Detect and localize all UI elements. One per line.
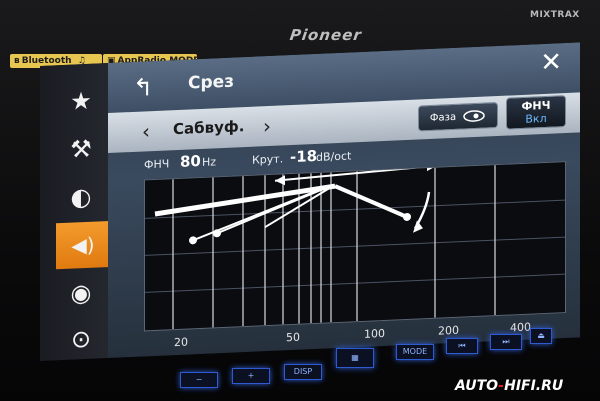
lpf-toggle-button[interactable]: ФНЧ Вкл	[506, 95, 566, 130]
response-curve-slope	[334, 184, 408, 219]
phase-icon	[463, 110, 485, 122]
lpf-key: ФНЧ	[144, 157, 170, 172]
close-icon: ✕	[540, 47, 562, 79]
phase-label: Фаза	[429, 111, 457, 124]
sidebar-item-favorites[interactable]: ★	[56, 77, 106, 125]
handle-1[interactable]	[189, 236, 197, 245]
usb-icon: ⊙	[70, 324, 92, 354]
home-button[interactable]: ▦	[336, 348, 374, 368]
volume-down-button[interactable]: −	[180, 372, 218, 388]
chevron-left-icon: ‹	[142, 119, 150, 144]
mode-button[interactable]: MODE	[396, 344, 434, 360]
mixtrax-logo: MIXTRAX	[530, 10, 580, 20]
prev-track-button[interactable]: ⏮	[446, 338, 478, 354]
back-button[interactable]: ↰	[133, 73, 154, 102]
close-button[interactable]: ✕	[540, 47, 562, 78]
main-panel: ↰ Срез ✕ ‹ Сабвуф. › Фаза ФНЧ Вкл ФНЧ 80…	[108, 42, 580, 359]
bluetooth-icon: ʙ	[14, 56, 20, 66]
sidebar-item-usb[interactable]: ⊙	[56, 315, 106, 361]
next-track-button[interactable]: ⏭	[490, 334, 522, 350]
chevron-right-icon: ›	[263, 113, 271, 139]
lpf-frequency-unit: Hz	[202, 155, 217, 169]
eject-button[interactable]: ⏏	[530, 328, 552, 344]
star-icon: ★	[70, 86, 92, 116]
page-title: Срез	[188, 71, 235, 94]
graph-grid	[145, 199, 565, 293]
x-tick-100: 100	[364, 326, 385, 341]
disp-button[interactable]: DISP	[284, 364, 322, 380]
next-channel-button[interactable]: ›	[263, 114, 271, 138]
slope-key: Крут.	[252, 152, 284, 167]
head-unit-screen: ★ ⚒ ◐ ◀) ◉ ⊙ ↰ Срез ✕ ‹ Сабвуф. › Фаза Ф…	[40, 42, 580, 361]
sidebar-item-audio[interactable]: ◀)	[56, 220, 110, 270]
pioneer-logo: Pioneer	[288, 26, 364, 44]
cd-icon: ◉	[70, 278, 92, 308]
x-tick-50: 50	[286, 330, 300, 345]
sidebar: ★ ⚒ ◐ ◀) ◉ ⊙	[40, 63, 110, 361]
device-frame: MIXTRAX Pioneer ʙBluetooth ♫ ▣AppRadio M…	[0, 0, 600, 401]
x-tick-400: 400	[510, 320, 531, 335]
back-arrow-icon: ↰	[133, 73, 154, 102]
crossover-graph[interactable]	[144, 161, 566, 332]
lpf-frequency-value: 80	[180, 151, 201, 171]
handle-2[interactable]	[213, 229, 221, 238]
channel-name: Сабвуф.	[173, 117, 245, 139]
sidebar-item-source[interactable]: ◉	[56, 269, 106, 317]
speaker-icon: ◀)	[71, 232, 95, 258]
volume-up-button[interactable]: +	[232, 368, 270, 384]
lpf-state: Вкл	[525, 111, 547, 126]
prev-channel-button[interactable]: ‹	[142, 119, 150, 143]
disc-icon: ◐	[70, 182, 92, 212]
slope-value: -18	[290, 146, 318, 167]
x-tick-20: 20	[174, 335, 188, 350]
phase-button[interactable]: Фаза	[418, 102, 498, 132]
slope-arc-head	[413, 220, 423, 233]
x-tick-200: 200	[438, 323, 459, 338]
sidebar-item-settings[interactable]: ⚒	[56, 125, 106, 173]
tools-icon: ⚒	[70, 134, 92, 164]
slope-unit: dB/oct	[316, 149, 352, 164]
watermark: AUTO-HIFI.RU	[455, 378, 564, 394]
sidebar-item-theme[interactable]: ◐	[56, 173, 106, 221]
arrow-left-head	[275, 175, 285, 186]
crossover-graph-svg	[145, 162, 565, 330]
